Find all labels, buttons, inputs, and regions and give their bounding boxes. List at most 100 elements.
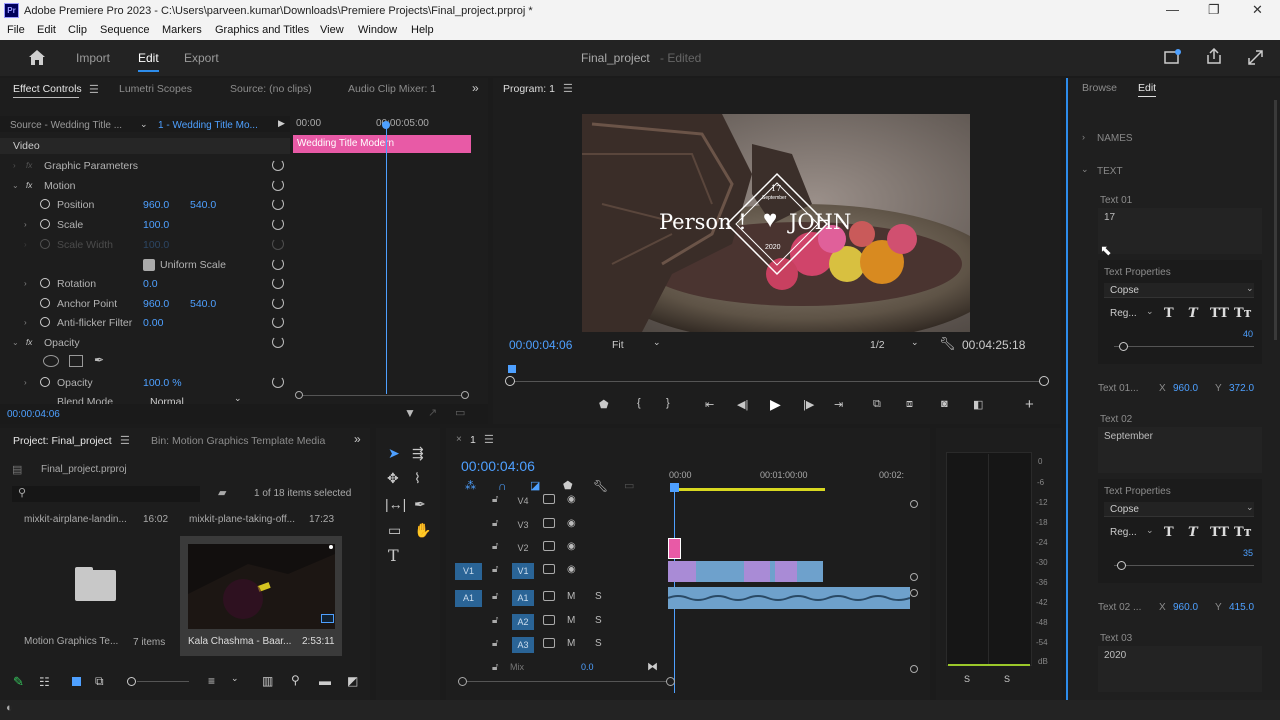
italic-icon[interactable]: T <box>1188 525 1198 540</box>
lift-icon[interactable]: ⧉ <box>873 398 881 411</box>
tab-lumetri-scopes[interactable]: Lumetri Scopes <box>119 83 192 95</box>
font-dropdown[interactable]: Copse <box>1104 283 1254 298</box>
extract-icon[interactable]: ⧈ <box>906 398 913 411</box>
all-caps-icon[interactable]: TT <box>1210 306 1229 321</box>
names-section[interactable]: NAMES <box>1097 133 1133 144</box>
graphic-parameters-row[interactable]: › fx Graphic Parameters <box>0 157 290 175</box>
menu-sequence[interactable]: Sequence <box>100 24 150 36</box>
italic-icon[interactable]: T <box>1188 306 1198 321</box>
ellipse-mask-icon[interactable] <box>43 355 59 367</box>
find-icon[interactable]: ⚲ <box>291 673 300 687</box>
panel-menu-icon[interactable]: ☰ <box>89 83 99 96</box>
timeline-zoom-right[interactable] <box>666 677 675 686</box>
export-icon[interactable]: ↗ <box>428 406 437 419</box>
tab-browse[interactable]: Browse <box>1082 82 1117 94</box>
camera-icon[interactable]: ◙ <box>941 398 948 410</box>
text02-y[interactable]: 415.0 <box>1229 602 1254 613</box>
small-caps-icon[interactable]: Tт <box>1234 306 1252 321</box>
track-height-handle[interactable] <box>910 589 918 597</box>
anchor-point-row[interactable]: Anchor Point 960.0 540.0 <box>0 295 290 313</box>
wrench-icon[interactable]: 🔧︎ <box>939 336 956 352</box>
quick-export-icon[interactable] <box>1164 49 1182 65</box>
bold-icon[interactable]: T <box>1164 306 1174 321</box>
tab-import[interactable]: Import <box>76 51 110 65</box>
tab-effect-controls[interactable]: Effect Controls <box>13 83 82 95</box>
video-clip-segment[interactable] <box>775 561 797 582</box>
project-search-input[interactable] <box>12 486 200 502</box>
video-clip-segment[interactable] <box>744 561 770 582</box>
play-clip-icon[interactable]: ▶ <box>278 118 285 129</box>
zoom-slider-track[interactable] <box>137 681 189 682</box>
folder-name[interactable]: Motion Graphics Te... <box>24 636 118 647</box>
folder-icon[interactable] <box>75 570 116 601</box>
opacity-row[interactable]: › Opacity 100.0 % <box>0 374 290 392</box>
item-name[interactable]: mixkit-plane-taking-off... <box>189 514 295 525</box>
font-dropdown[interactable]: Copse <box>1104 502 1254 517</box>
panel-menu-icon[interactable]: ☰ <box>563 82 573 95</box>
solo-left-button[interactable]: S <box>964 674 970 684</box>
ec-timecode[interactable]: 00:00:04:06 <box>7 409 60 420</box>
tab-export[interactable]: Export <box>184 51 219 65</box>
menu-help[interactable]: Help <box>411 24 434 36</box>
menu-window[interactable]: Window <box>358 24 397 36</box>
text01-x[interactable]: 960.0 <box>1173 383 1198 394</box>
track-mix[interactable]: 🔓︎ Mix 0.0 ⧓ <box>455 658 665 680</box>
mark-in-icon[interactable]: { <box>637 397 641 409</box>
menu-file[interactable]: File <box>7 24 25 36</box>
zoom-slider-knob[interactable] <box>127 677 136 686</box>
video-frame[interactable]: 17 September Person ! ♥ JOHN 2020 <box>582 114 970 332</box>
timeline-timecode[interactable]: 00:00:04:06 <box>461 458 535 474</box>
rotation-row[interactable]: › Rotation 0.0 <box>0 275 290 293</box>
chevron-down-icon[interactable]: ⌄ <box>911 337 919 348</box>
program-zoom-right[interactable] <box>1039 376 1049 386</box>
track-height-handle[interactable] <box>910 573 918 581</box>
add-button-icon[interactable]: + <box>1025 396 1034 413</box>
list-view-icon[interactable]: ☷ <box>39 675 50 689</box>
more-panels-icon[interactable]: » <box>354 432 361 446</box>
sort-icon[interactable]: ≡ <box>208 674 215 688</box>
tab-project[interactable]: Project: Final_project <box>13 435 112 447</box>
menu-view[interactable]: View <box>320 24 344 36</box>
rectangle-mask-icon[interactable] <box>69 355 83 367</box>
pencil-icon[interactable]: ✎ <box>13 674 24 690</box>
antiflicker-row[interactable]: › Anti-flicker Filter 0.00 <box>0 314 290 332</box>
timeline-scroll-track[interactable] <box>462 681 667 682</box>
timeline-zoom-left[interactable] <box>458 677 467 686</box>
work-area-bar[interactable] <box>671 488 825 491</box>
font-size-slider-knob[interactable] <box>1117 561 1126 570</box>
track-select-tool-icon[interactable]: ⇶ <box>412 445 424 462</box>
small-caps-icon[interactable]: Tт <box>1234 525 1252 540</box>
sequence-selector[interactable]: 1 - Wedding Title Mo... <box>158 120 258 131</box>
track-v1[interactable]: V1 🔓︎ V1 ◉ <box>455 560 665 582</box>
menu-graphics[interactable]: Graphics and Titles <box>215 24 309 36</box>
go-to-in-icon[interactable]: ⇤ <box>705 398 714 411</box>
share-icon[interactable] <box>1206 48 1222 65</box>
fullscreen-icon[interactable] <box>1248 50 1263 65</box>
tab-bin[interactable]: Bin: Motion Graphics Template Media <box>151 435 325 447</box>
program-timecode[interactable]: 00:00:04:06 <box>509 338 572 352</box>
uniform-scale-checkbox[interactable] <box>143 259 155 271</box>
track-v2[interactable]: 🔓︎ V2 ◉ <box>455 537 665 559</box>
close-icon[interactable]: × <box>456 434 462 445</box>
panel-scrollbar[interactable] <box>1274 100 1277 340</box>
track-a2[interactable]: 🔓︎ A2 M S <box>455 611 665 633</box>
clip-name[interactable]: Kala Chashma - Baar... <box>188 636 291 647</box>
text01-y[interactable]: 372.0 <box>1229 383 1254 394</box>
chevron-down-icon[interactable]: ⌄ <box>1081 164 1089 175</box>
sequence-tab[interactable]: 1 <box>470 434 476 446</box>
chevron-down-icon[interactable]: ⌄ <box>1146 525 1154 536</box>
slip-tool-icon[interactable]: |↔| <box>385 496 406 512</box>
program-zoom-left[interactable] <box>505 376 515 386</box>
chevron-down-icon[interactable]: ⌄ <box>1246 502 1254 513</box>
bold-icon[interactable]: T <box>1164 525 1174 540</box>
close-button[interactable]: ✕ <box>1252 2 1263 18</box>
hand-tool-icon[interactable]: ✋ <box>414 522 431 539</box>
chevron-down-icon[interactable]: ⌄ <box>140 119 148 130</box>
pen-tool-icon[interactable]: ✒ <box>414 496 426 513</box>
step-forward-icon[interactable]: |▶ <box>803 398 814 411</box>
chevron-down-icon[interactable]: ⌄ <box>653 337 661 348</box>
track-a1[interactable]: A1 🔓︎ A1 M S <box>455 587 665 609</box>
text-section[interactable]: TEXT <box>1097 166 1123 177</box>
new-bin-icon[interactable]: ▬ <box>319 674 331 688</box>
font-size-value[interactable]: 35 <box>1243 548 1253 558</box>
